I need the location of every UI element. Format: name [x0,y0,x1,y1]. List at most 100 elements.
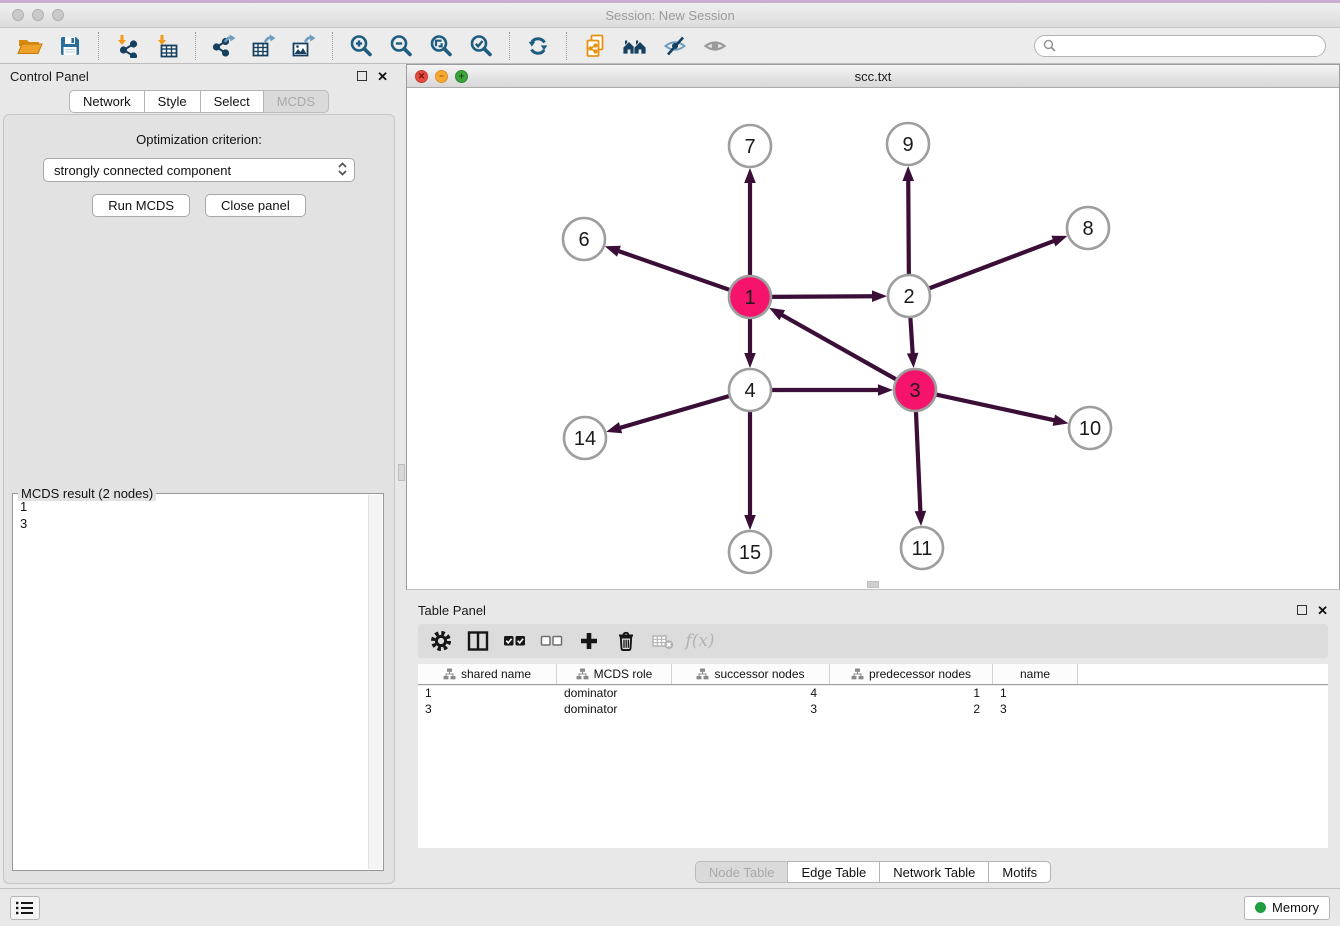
import-table-button[interactable] [147,31,187,61]
add-column-button[interactable] [574,627,604,655]
network-minimize-button[interactable]: − [435,70,448,83]
column-label: successor nodes [714,667,804,681]
tab-motifs[interactable]: Motifs [989,861,1051,883]
graph-node-label: 6 [578,229,589,251]
tree-icon [851,668,864,680]
fx-icon: f(x) [685,631,714,651]
mcds-buttons: Run MCDS Close panel [4,194,394,217]
network-close-button[interactable]: ✕ [415,70,428,83]
result-scrollbar[interactable] [368,495,382,869]
zoom-in-button[interactable] [341,31,381,61]
search-input[interactable] [1061,39,1317,53]
network-maximize-button[interactable]: + [455,70,468,83]
save-session-button[interactable] [50,31,90,61]
graph-edge-3-1[interactable] [780,314,899,381]
zoom-window-button[interactable] [52,9,64,21]
canvas-resize-grip[interactable] [867,581,879,588]
tab-network-table[interactable]: Network Table [880,861,989,883]
checked-boxes-icon [503,630,527,652]
graph-edge-3-11[interactable] [916,408,921,513]
run-mcds-button[interactable]: Run MCDS [92,194,190,217]
task-history-button[interactable] [10,896,40,920]
export-network-button[interactable] [204,31,244,61]
graph-node-label: 9 [902,134,913,156]
show-all-button[interactable] [695,31,735,61]
close-panel-button[interactable]: Close panel [205,194,306,217]
network-canvas[interactable]: 7968124314101511 [407,88,1339,589]
close-window-button[interactable] [12,9,24,21]
zoom-fit-button[interactable] [421,31,461,61]
tab-network[interactable]: Network [69,90,145,113]
column-visibility-button[interactable] [463,627,493,655]
network-graph[interactable]: 7968124314101511 [407,88,1339,589]
table-settings-button[interactable] [426,627,456,655]
column-header-name[interactable]: name [993,664,1078,684]
graph-edge-arrow [915,511,927,526]
zoom-selected-button[interactable] [461,31,501,61]
vertical-splitter[interactable] [398,64,406,888]
column-header-shared-name[interactable]: shared name [418,664,557,684]
node-table-header: shared name MCDS role successor nodes pr… [418,664,1328,685]
tree-icon [576,668,589,680]
table-cell: 3 [418,702,557,716]
tab-edge-table[interactable]: Edge Table [788,861,880,883]
table-cell: 1 [418,686,557,700]
tab-node-table[interactable]: Node Table [695,861,789,883]
delete-column-button[interactable] [611,627,641,655]
import-network-button[interactable] [107,31,147,61]
memory-button[interactable]: Memory [1244,896,1330,920]
table-cell: 1 [993,686,1078,700]
table-row[interactable]: 1dominator411 [418,685,1328,701]
graph-node-label: 3 [909,380,920,402]
network-window-titlebar[interactable]: ✕ − + scc.txt [407,65,1339,88]
select-all-button[interactable] [500,627,530,655]
float-panel-icon[interactable] [357,71,367,81]
float-table-panel-icon[interactable] [1297,605,1307,615]
column-header-predecessor-nodes[interactable]: predecessor nodes [830,664,993,684]
tab-select[interactable]: Select [201,90,264,113]
deselect-all-button[interactable] [537,627,567,655]
graph-edge-arrow [744,353,756,368]
graph-edge-1-2[interactable] [768,296,874,297]
clone-network-button[interactable] [575,31,615,61]
mcds-panel: Optimization criterion: strongly connect… [3,114,395,884]
close-panel-icon[interactable]: ✕ [377,70,388,83]
network-window-title: scc.txt [407,69,1339,84]
tree-icon [696,668,709,680]
horizontal-splitter[interactable] [406,590,1340,598]
graph-edge-3-10[interactable] [933,394,1056,421]
close-table-panel-icon[interactable]: ✕ [1317,604,1328,617]
search-box[interactable] [1034,35,1326,57]
table-cell: dominator [557,702,672,716]
graph-edge-1-6[interactable] [617,251,733,292]
toolbar-separator [195,32,196,60]
refresh-view-button[interactable] [518,31,558,61]
graph-edge-2-3[interactable] [910,314,913,355]
minimize-window-button[interactable] [32,9,44,21]
hide-selected-button[interactable] [655,31,695,61]
column-header-mcds-role[interactable]: MCDS role [557,664,672,684]
tab-mcds[interactable]: MCDS [264,90,329,113]
home-layout-button[interactable] [615,31,655,61]
graph-edge-arrow [902,166,914,181]
criterion-select[interactable]: strongly connected component [43,158,355,182]
export-table-button[interactable] [244,31,284,61]
save-floppy-icon [58,34,82,58]
table-cell: 4 [672,686,830,700]
graph-edge-2-9[interactable] [908,179,909,278]
graph-edge-arrow [769,308,785,320]
export-image-button[interactable] [284,31,324,61]
table-cell: dominator [557,686,672,700]
open-session-button[interactable] [10,31,50,61]
select-stepper-icon [337,161,348,180]
zoom-out-button[interactable] [381,31,421,61]
table-row[interactable]: 3dominator323 [418,701,1328,717]
splitter-grip[interactable] [398,464,405,481]
mcds-result-text[interactable]: 1 3 [15,496,366,868]
graph-edge-4-14[interactable] [619,395,733,428]
tab-style[interactable]: Style [145,90,201,113]
delete-table-icon [652,631,674,651]
column-header-successor-nodes[interactable]: successor nodes [672,664,830,684]
zoom-fit-icon [429,34,453,58]
graph-edge-2-8[interactable] [926,240,1055,289]
